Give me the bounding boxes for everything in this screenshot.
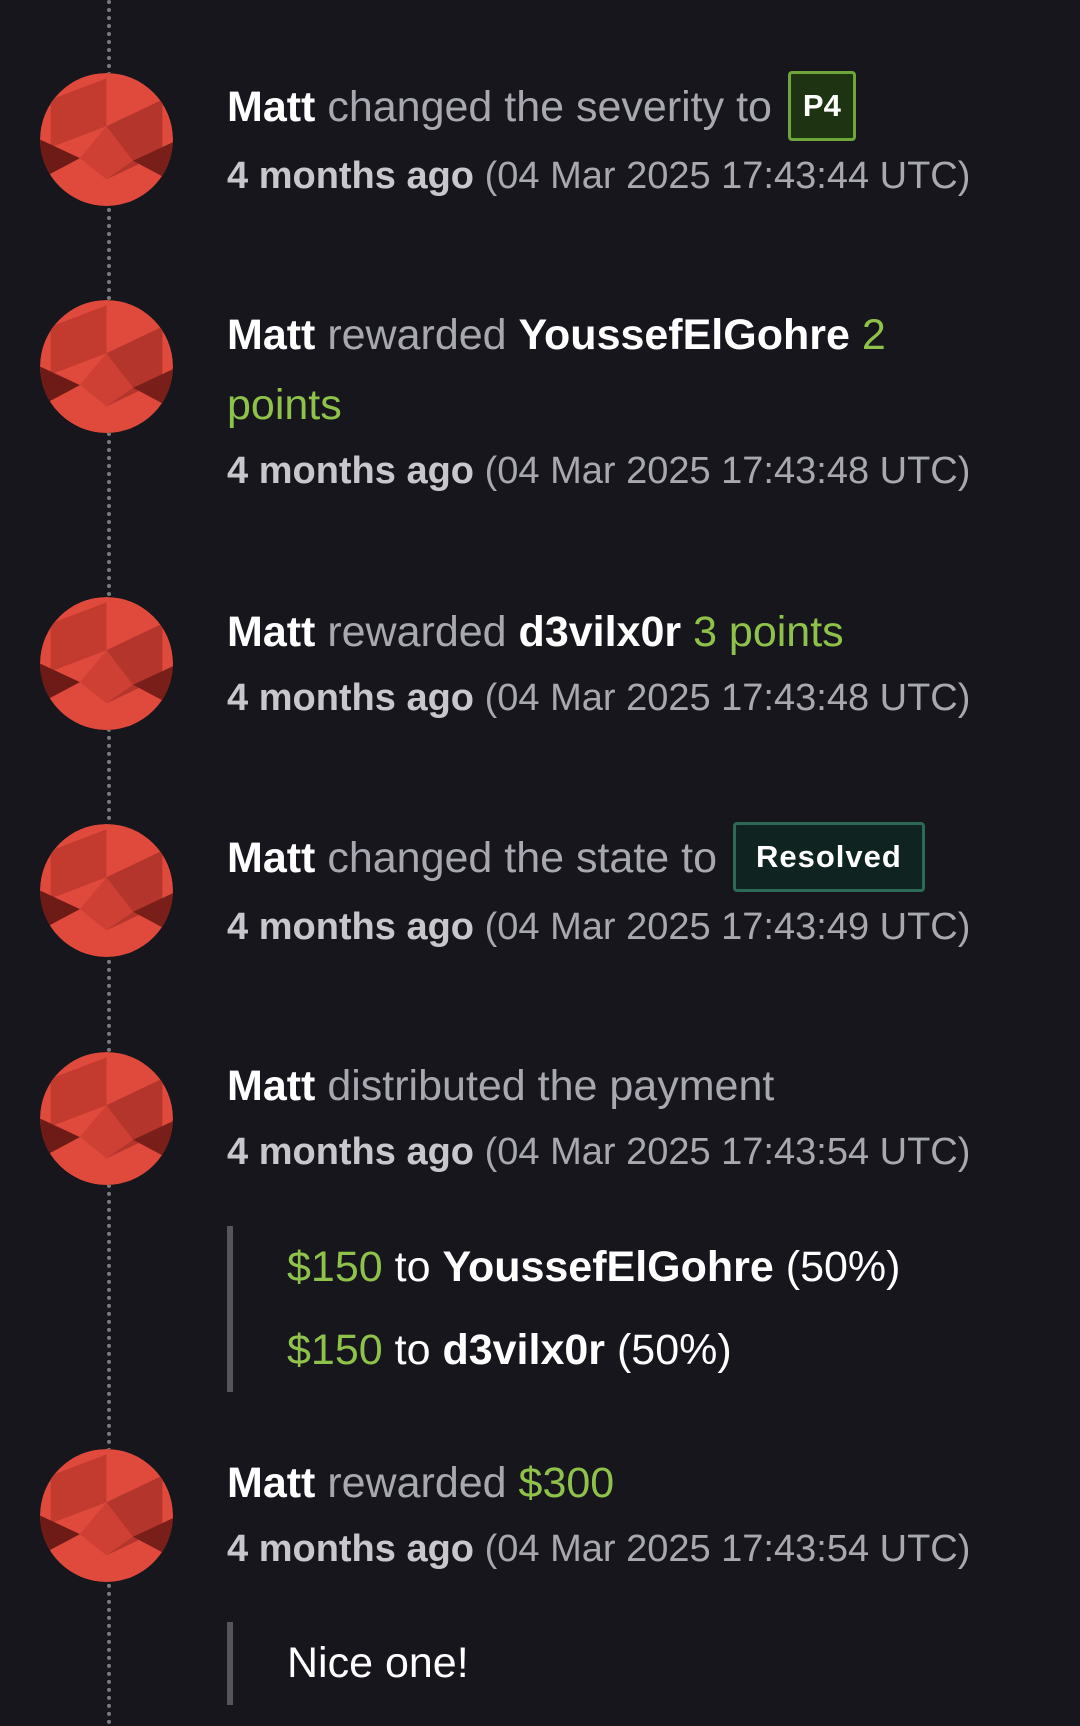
payment-row: $150 to d3vilx0r (50%) xyxy=(287,1309,900,1392)
event-actor[interactable]: Matt xyxy=(227,608,315,656)
reward-points-number: 2 xyxy=(861,311,886,359)
payment-row: $150 to YoussefElGohre (50%) xyxy=(287,1226,900,1309)
payment-amount: $150 xyxy=(287,1326,383,1374)
event-text: changed the severity to xyxy=(327,83,772,131)
reward-target-user[interactable]: d3vilx0r xyxy=(519,608,682,656)
reward-points: 3 points xyxy=(693,608,844,656)
avatar[interactable] xyxy=(40,73,173,206)
payment-amount: $150 xyxy=(287,1243,383,1291)
event-actor[interactable]: Matt xyxy=(227,834,315,882)
payment-to: to xyxy=(394,1326,431,1374)
event-relative-time: 4 months ago xyxy=(227,154,475,197)
state-badge: Resolved xyxy=(732,821,925,892)
event-actor[interactable]: Matt xyxy=(227,1459,315,1507)
event-timestamp: (04 Mar 2025 17:43:49 UTC) xyxy=(484,905,971,948)
reward-comment: Nice one! xyxy=(227,1622,469,1705)
bounty-amount: $300 xyxy=(518,1459,615,1507)
geometric-avatar-icon xyxy=(40,73,173,206)
event-relative-time: 4 months ago xyxy=(227,450,475,492)
geometric-avatar-icon xyxy=(40,1052,173,1185)
reward-target-user[interactable]: YoussefElGohre xyxy=(519,311,850,359)
payment-breakdown: $150 to YoussefElGohre (50%) $150 to d3v… xyxy=(227,1226,900,1392)
event-timestamp: (04 Mar 2025 17:43:54 UTC) xyxy=(484,1528,971,1570)
severity-badge: P4 xyxy=(787,70,856,141)
event-relative-time: 4 months ago xyxy=(227,677,475,719)
avatar[interactable] xyxy=(40,300,173,433)
event-relative-time: 4 months ago xyxy=(227,1131,475,1173)
event-relative-time: 4 months ago xyxy=(227,1528,475,1570)
geometric-avatar-icon xyxy=(40,597,173,730)
event-actor[interactable]: Matt xyxy=(227,311,315,359)
event-timestamp: (04 Mar 2025 17:43:44 UTC) xyxy=(484,154,971,197)
event-relative-time: 4 months ago xyxy=(227,905,475,948)
activity-timeline: Matt changed the severity to P4 4 months… xyxy=(0,0,1080,1726)
event-text: rewarded xyxy=(327,311,507,359)
event-text: rewarded xyxy=(327,608,507,656)
event-timestamp: (04 Mar 2025 17:43:54 UTC) xyxy=(484,1131,971,1173)
payment-share: (50%) xyxy=(616,1326,732,1374)
comment-text: Nice one! xyxy=(287,1639,469,1687)
payment-share: (50%) xyxy=(785,1243,901,1291)
payment-to: to xyxy=(394,1243,431,1291)
payment-user[interactable]: d3vilx0r xyxy=(442,1326,605,1374)
event-actor[interactable]: Matt xyxy=(227,83,315,131)
event-actor[interactable]: Matt xyxy=(227,1062,315,1110)
geometric-avatar-icon xyxy=(40,300,173,433)
event-text: rewarded xyxy=(327,1459,507,1507)
payment-user[interactable]: YoussefElGohre xyxy=(442,1243,773,1291)
avatar[interactable] xyxy=(40,1449,173,1582)
reward-points-word: points xyxy=(227,381,342,429)
event-text: distributed the payment xyxy=(327,1062,775,1110)
event-text: changed the state to xyxy=(327,834,718,882)
geometric-avatar-icon xyxy=(40,1449,173,1582)
avatar[interactable] xyxy=(40,824,173,957)
event-timestamp: (04 Mar 2025 17:43:48 UTC) xyxy=(484,677,971,719)
event-timestamp: (04 Mar 2025 17:43:48 UTC) xyxy=(484,450,971,492)
avatar[interactable] xyxy=(40,597,173,730)
geometric-avatar-icon xyxy=(40,824,173,957)
avatar[interactable] xyxy=(40,1052,173,1185)
